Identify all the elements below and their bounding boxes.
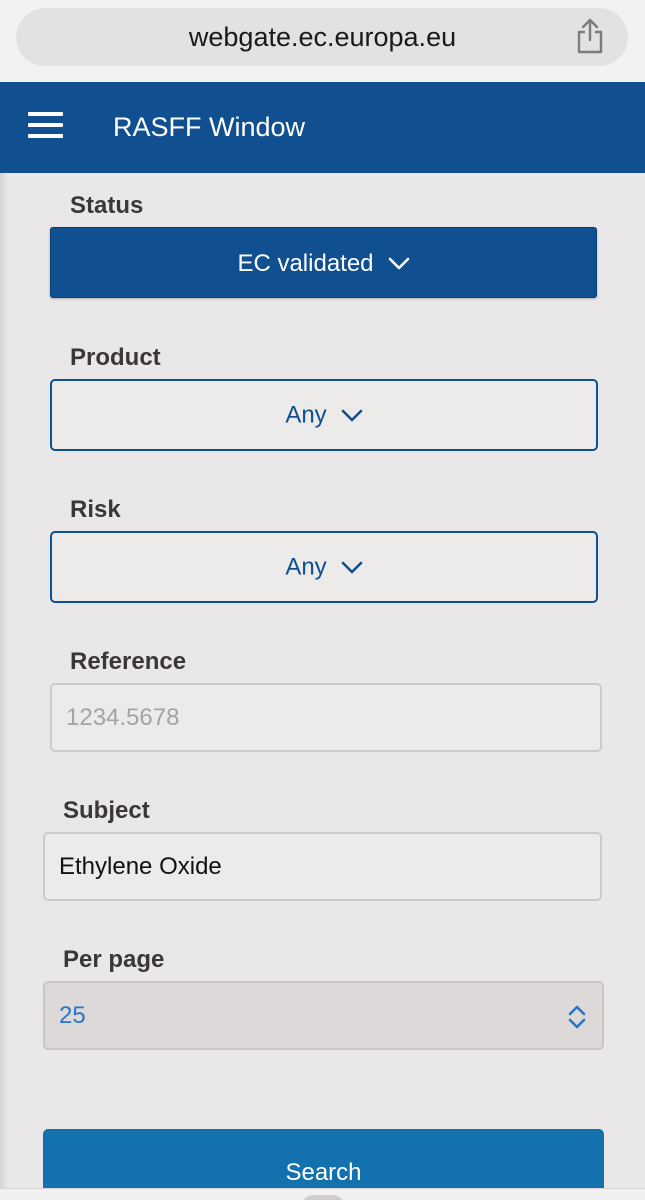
side-panel-edge: [0, 173, 8, 1200]
chevron-down-icon: [388, 257, 409, 269]
share-icon[interactable]: [574, 18, 606, 54]
up-down-chevron-icon: [568, 1005, 586, 1029]
hamburger-menu-icon[interactable]: [28, 110, 64, 140]
app-header: RASFF Window: [0, 82, 645, 173]
per-page-select[interactable]: 25: [43, 981, 604, 1050]
product-select[interactable]: Any: [50, 379, 598, 451]
menu-line: [28, 123, 63, 127]
risk-select[interactable]: Any: [50, 531, 598, 603]
risk-label: Risk: [70, 496, 121, 523]
product-label: Product: [70, 344, 161, 371]
url-text[interactable]: webgate.ec.europa.eu: [0, 0, 645, 74]
reference-input[interactable]: [50, 683, 602, 752]
per-page-label: Per page: [63, 946, 165, 973]
app-title: RASFF Window: [113, 112, 306, 142]
risk-value: Any: [285, 553, 327, 581]
subject-input[interactable]: Ethylene Oxide: [43, 832, 602, 901]
browser-bottom-bar: [0, 1188, 645, 1200]
per-page-value: 25: [59, 1002, 86, 1029]
chevron-down-icon: [341, 409, 362, 421]
subject-label: Subject: [63, 797, 150, 824]
status-select[interactable]: EC validated: [50, 227, 597, 298]
screen: webgate.ec.europa.eu RASFF Window Status…: [0, 0, 645, 1200]
toolbar-handle: [300, 1195, 346, 1200]
status-value: EC validated: [237, 250, 374, 278]
status-label: Status: [70, 192, 144, 219]
menu-line: [28, 134, 63, 138]
menu-line: [28, 112, 63, 116]
chevron-down-icon: [341, 561, 362, 573]
browser-address-bar: webgate.ec.europa.eu: [0, 0, 645, 82]
product-value: Any: [285, 401, 327, 429]
reference-label: Reference: [70, 648, 187, 675]
